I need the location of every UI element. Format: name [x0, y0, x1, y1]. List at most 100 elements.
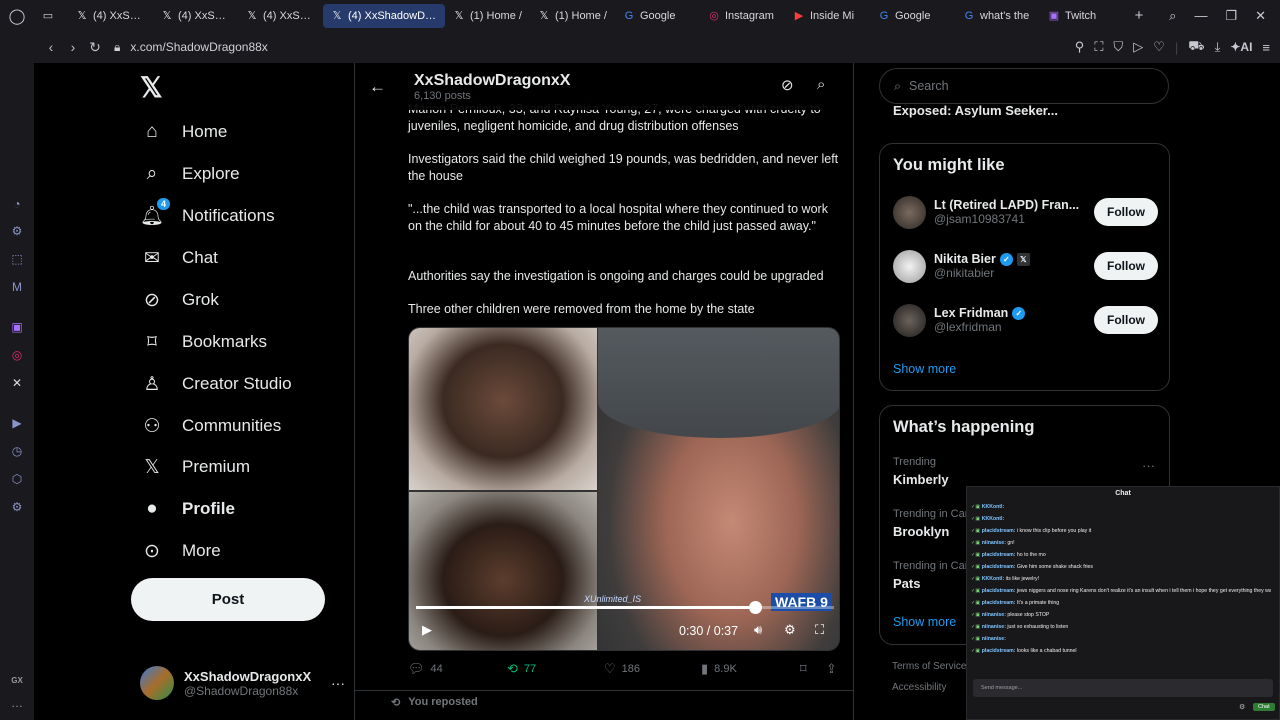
chat-username[interactable]: KKKontl: — [982, 504, 1004, 510]
browser-tab[interactable]: 𝕏 (1) Home / — [530, 4, 615, 28]
chat-username[interactable]: KKKontl: — [982, 576, 1004, 582]
x-logo-icon[interactable]: 𝕏 — [140, 71, 163, 104]
search-icon[interactable]: ⌕ — [817, 76, 825, 93]
follow-button[interactable]: Follow — [1094, 252, 1158, 280]
chat-username[interactable]: KKKontl: — [982, 516, 1004, 522]
send-icon[interactable]: ▷ — [1133, 39, 1143, 55]
nav-item-communities[interactable]: ⚇ Communities — [140, 405, 281, 447]
nav-item-grok[interactable]: ⊘ Grok — [140, 279, 219, 321]
opera-logo-icon[interactable]: ◯ — [0, 0, 34, 31]
user-name[interactable]: Lex Fridman — [934, 306, 1008, 320]
trend-name[interactable]: Kimberly — [893, 472, 949, 487]
nav-item-chat[interactable]: ✉ Chat — [140, 237, 218, 279]
close-window-icon[interactable]: ✕ — [1255, 8, 1266, 24]
nav-item-notifications[interactable]: 🔔︎ 4 Notifications — [140, 195, 275, 237]
user-name[interactable]: Lt (Retired LAPD) Fran... — [934, 198, 1079, 212]
video-player[interactable]: XUnlimited_IS WAFB 9 ▶ 0:30 / 0:37 🔊︎ ⚙ … — [408, 327, 840, 651]
forward-icon[interactable]: › — [62, 39, 84, 55]
post-button[interactable]: Post — [131, 578, 325, 621]
screenshot-icon[interactable]: ⛶ — [1094, 39, 1103, 55]
chat-username[interactable]: placidstream: — [982, 648, 1016, 654]
player-icon[interactable]: ▶ — [10, 416, 24, 430]
url-field[interactable]: 🔒︎ x.com/ShadowDragon88x — [114, 40, 268, 55]
trend-name[interactable]: Brooklyn — [893, 524, 949, 539]
x-logo-icon[interactable]: ✕ — [10, 376, 24, 390]
heart-icon[interactable]: ♡ — [1153, 39, 1165, 55]
minimize-icon[interactable]: — — [1194, 8, 1207, 24]
video-scrubber-handle[interactable] — [748, 601, 762, 614]
avatar[interactable] — [893, 249, 926, 283]
avatar[interactable] — [893, 195, 926, 229]
follow-button[interactable]: Follow — [1094, 306, 1158, 334]
trend-headline[interactable]: Exposed: Asylum Seeker... — [893, 103, 1058, 118]
chat-send-button[interactable]: Chat — [1253, 703, 1275, 711]
messenger-icon[interactable]: M — [10, 280, 24, 294]
nav-item-more[interactable]: ⊙ More — [140, 530, 221, 572]
browser-tab[interactable]: 𝕏 (4) XxShad — [238, 4, 323, 28]
trend-name[interactable]: Pats — [893, 576, 920, 591]
nav-item-home[interactable]: ⌂ Home — [140, 111, 227, 153]
browser-tab[interactable]: G Google — [870, 4, 955, 28]
back-arrow-icon[interactable]: ← — [355, 77, 400, 97]
chat-username[interactable]: placidstream: — [982, 600, 1016, 606]
video-progress-bar[interactable] — [416, 601, 834, 614]
views-button[interactable]: ▮ 8.9K — [701, 661, 737, 677]
url-text[interactable]: x.com/ShadowDragon88x — [130, 40, 267, 54]
ai-button[interactable]: ✦AI — [1230, 40, 1252, 54]
back-icon[interactable]: ‹ — [40, 39, 62, 55]
chat-username[interactable]: niinanise: — [982, 624, 1006, 630]
browser-tab[interactable]: 𝕏 (1) Home / — [445, 4, 530, 28]
wallet-icon[interactable]: ⛟ — [1188, 38, 1204, 56]
suggested-user[interactable]: Nikita Bier ✓ 𝕏 @nikitabier Follow — [893, 246, 1158, 286]
settings-icon[interactable]: ⚙ — [10, 500, 24, 514]
maximize-icon[interactable]: ❐ — [1225, 8, 1237, 24]
nav-item-creator-studio[interactable]: ♙ Creator Studio — [140, 363, 291, 405]
nav-item-premium[interactable]: 𝕏 Premium — [140, 446, 250, 488]
suggested-user[interactable]: Lex Fridman ✓ @lexfridman Follow — [893, 300, 1158, 340]
browser-tab[interactable]: ▶ Inside Mi — [785, 4, 870, 28]
nav-item-bookmarks[interactable]: ⌑ Bookmarks — [140, 321, 267, 363]
corner-icon[interactable]: ⬚ — [10, 252, 24, 266]
volume-icon[interactable]: 🔊︎ — [754, 622, 762, 638]
chat-settings-icon[interactable]: ⚙ — [1239, 703, 1245, 711]
browser-tab[interactable]: 𝕏 (4) XxShadowDrag — [323, 3, 445, 28]
twitch-icon[interactable]: ▣ — [10, 320, 24, 334]
fullscreen-icon[interactable]: ⛶ — [815, 622, 824, 638]
browser-tab[interactable]: Gwhat's the — [955, 4, 1040, 28]
new-tab-button[interactable]: + — [1125, 7, 1153, 24]
reply-button[interactable]: 💬︎ 44 — [408, 661, 443, 677]
grok-icon[interactable]: ⊘ — [781, 76, 794, 94]
share-button[interactable]: ⇪ — [826, 661, 837, 677]
chat-username[interactable]: niinanise: — [982, 612, 1006, 618]
footer-link[interactable]: Accessibility — [892, 682, 946, 693]
suggested-user[interactable]: Lt (Retired LAPD) Fran... @jsam10983741 Fo… — [893, 192, 1158, 232]
nav-item-profile[interactable]: ● Profile — [140, 488, 235, 530]
play-icon[interactable]: ▶ — [422, 622, 432, 638]
chat-username[interactable]: placidstream: — [982, 528, 1016, 534]
browser-tab[interactable]: 𝕏 (4) XxShad — [153, 4, 238, 28]
aria-icon[interactable]: ◔ — [10, 197, 24, 211]
chat-input[interactable]: Send message... — [973, 679, 1273, 697]
avatar[interactable] — [893, 303, 926, 337]
browser-tab[interactable]: G Google — [615, 4, 700, 28]
chat-username[interactable]: placidstream: — [982, 552, 1016, 558]
footer-link[interactable]: Terms of Service — [892, 661, 966, 672]
gx-label[interactable]: GX — [10, 674, 24, 688]
extensions-icon[interactable]: ⬡ — [10, 472, 24, 486]
chat-username[interactable]: placidstream: — [982, 588, 1016, 594]
more-dots-icon[interactable]: ··· — [331, 675, 345, 691]
chat-username[interactable]: niinanise: — [982, 540, 1006, 546]
settings-gear-icon[interactable]: ⚙ — [784, 622, 796, 638]
more-icon[interactable]: … — [10, 696, 24, 710]
browser-tab[interactable]: ◎ Instagram — [700, 4, 785, 28]
reload-icon[interactable]: ↻ — [84, 39, 106, 56]
browser-tab[interactable]: ▣ Twitch — [1040, 4, 1125, 28]
pin-icon[interactable]: ⚲ — [1075, 39, 1085, 55]
user-name[interactable]: Nikita Bier — [934, 252, 996, 266]
trend-more-icon[interactable]: ··· — [1142, 458, 1155, 473]
show-more-link[interactable]: Show more — [893, 615, 956, 629]
show-more-link[interactable]: Show more — [893, 362, 956, 376]
account-switcher[interactable]: XxShadowDragonxX @ShadowDragon88x ··· — [140, 663, 345, 703]
bookmark-button[interactable]: ⌑ — [800, 661, 807, 677]
repost-button[interactable]: ⟲ 77 — [507, 661, 536, 677]
